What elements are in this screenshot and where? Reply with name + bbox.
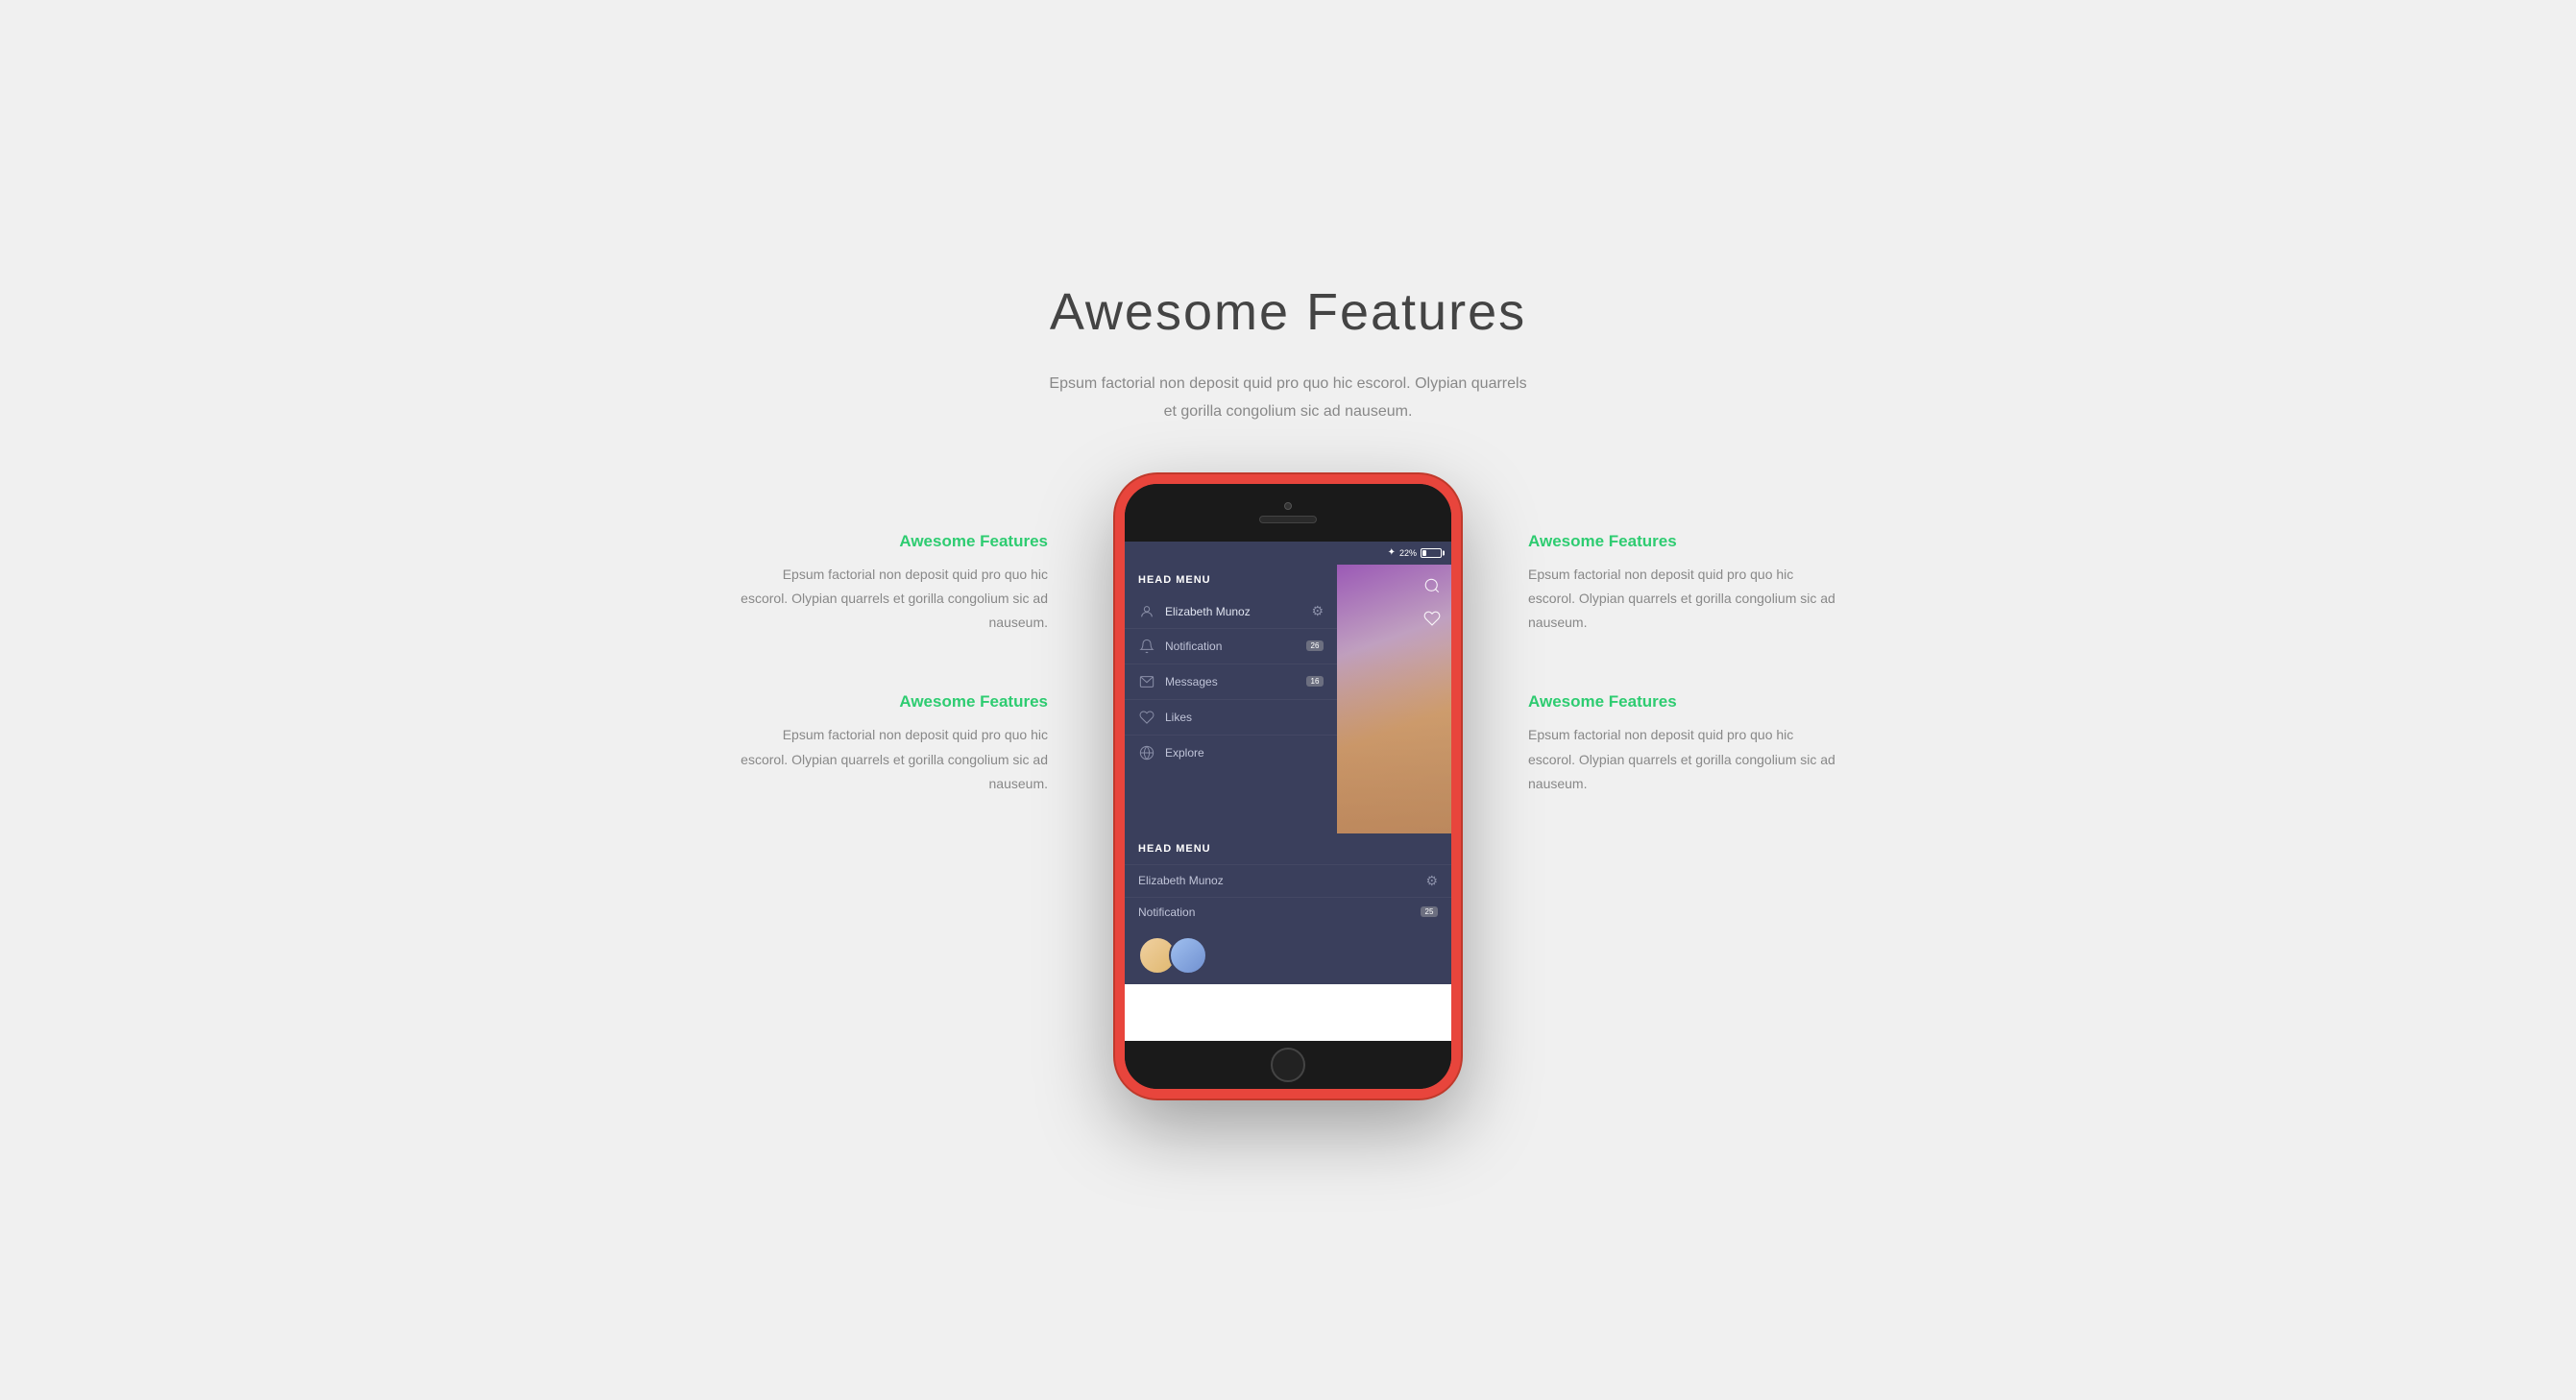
home-button[interactable]: [1271, 1048, 1305, 1082]
section-subtitle: Epsum factorial non deposit quid pro quo…: [1049, 371, 1526, 426]
content-row: Awesome Features Epsum factorial non dep…: [683, 474, 1894, 1098]
left-feature-2: Awesome Features Epsum factorial non dep…: [741, 692, 1048, 796]
right-feature-2: Awesome Features Epsum factorial non dep…: [1528, 692, 1835, 796]
menu2-notification-label: Notification: [1138, 905, 1421, 919]
phone-speaker: [1259, 516, 1317, 523]
right-feature-1-text: Epsum factorial non deposit quid pro quo…: [1528, 563, 1835, 636]
gear-icon-2: ⚙: [1425, 873, 1438, 889]
menu-item-messages: Messages 16: [1125, 664, 1337, 699]
photo-person: [1337, 645, 1451, 833]
avatar-row: [1125, 927, 1451, 984]
menu2-notification-badge: 25: [1421, 906, 1438, 917]
phone-mockup: ✦ 22% HEAD MENU: [1115, 474, 1461, 1098]
explore-label: Explore: [1165, 746, 1324, 760]
battery-fill: [1422, 550, 1426, 556]
left-feature-1: Awesome Features Epsum factorial non dep…: [741, 532, 1048, 636]
right-feature-1-title: Awesome Features: [1528, 532, 1835, 551]
menu-item-explore: Explore: [1125, 735, 1337, 770]
menu2-notification-item: Notification 25: [1125, 897, 1451, 927]
messages-label: Messages: [1165, 675, 1306, 688]
mail-icon: [1138, 673, 1155, 690]
left-feature-2-title: Awesome Features: [741, 692, 1048, 712]
section-header: Awesome Features Epsum factorial non dep…: [1049, 282, 1526, 426]
menu2-user-item: Elizabeth Munoz ⚙: [1125, 864, 1451, 897]
left-feature-1-text: Epsum factorial non deposit quid pro quo…: [741, 563, 1048, 636]
photo-overlay-icons: [1413, 565, 1451, 640]
right-feature-1: Awesome Features Epsum factorial non dep…: [1528, 532, 1835, 636]
bluetooth-icon: ✦: [1388, 547, 1396, 558]
user-icon: [1138, 603, 1155, 620]
menu-items-list: Notification 26 Messages 16: [1125, 628, 1337, 770]
status-bar: ✦ 22%: [1125, 542, 1451, 565]
heart-icon-btn: [1419, 605, 1446, 632]
globe-icon: [1138, 744, 1155, 761]
bell-icon: [1138, 638, 1155, 655]
left-feature-1-title: Awesome Features: [741, 532, 1048, 551]
menu-user-name: Elizabeth Munoz: [1165, 605, 1311, 618]
menu2-header: HEAD MENU: [1125, 833, 1451, 864]
screen-menu-2: HEAD MENU Elizabeth Munoz ⚙ Notification…: [1125, 833, 1451, 984]
phone-bottom: [1125, 1041, 1451, 1089]
screen-photo: [1337, 565, 1451, 833]
notification-badge: 26: [1306, 640, 1324, 651]
menu1-header: HEAD MENU: [1125, 565, 1337, 595]
right-feature-2-text: Epsum factorial non deposit quid pro quo…: [1528, 723, 1835, 796]
menu-user-item: Elizabeth Munoz ⚙: [1125, 595, 1337, 628]
right-feature-2-title: Awesome Features: [1528, 692, 1835, 712]
phone-container: ✦ 22% HEAD MENU: [1106, 474, 1470, 1098]
likes-label: Likes: [1165, 711, 1324, 724]
menu-item-notification: Notification 26: [1125, 628, 1337, 664]
messages-badge: 16: [1306, 676, 1324, 687]
page-wrapper: Awesome Features Epsum factorial non dep…: [644, 225, 1932, 1175]
left-feature-2-text: Epsum factorial non deposit quid pro quo…: [741, 723, 1048, 796]
menu-item-likes: Likes: [1125, 699, 1337, 735]
menu2-user-name: Elizabeth Munoz: [1138, 874, 1425, 887]
search-icon-btn: [1419, 572, 1446, 599]
heart-icon: [1138, 709, 1155, 726]
phone-camera: [1284, 502, 1292, 510]
screen-menu: HEAD MENU Elizabeth Munoz ⚙: [1125, 565, 1337, 833]
right-feature-column: Awesome Features Epsum factorial non dep…: [1470, 474, 1835, 796]
gear-icon: ⚙: [1311, 603, 1324, 619]
left-feature-column: Awesome Features Epsum factorial non dep…: [741, 474, 1106, 796]
phone-top: [1125, 484, 1451, 542]
phone-screen: ✦ 22% HEAD MENU: [1125, 542, 1451, 1041]
battery-percent: 22%: [1399, 548, 1417, 558]
battery-icon: [1421, 548, 1442, 558]
avatar-2: [1169, 936, 1207, 975]
section-title: Awesome Features: [1049, 282, 1526, 342]
screen-split: HEAD MENU Elizabeth Munoz ⚙: [1125, 565, 1451, 833]
notification-label: Notification: [1165, 640, 1306, 653]
